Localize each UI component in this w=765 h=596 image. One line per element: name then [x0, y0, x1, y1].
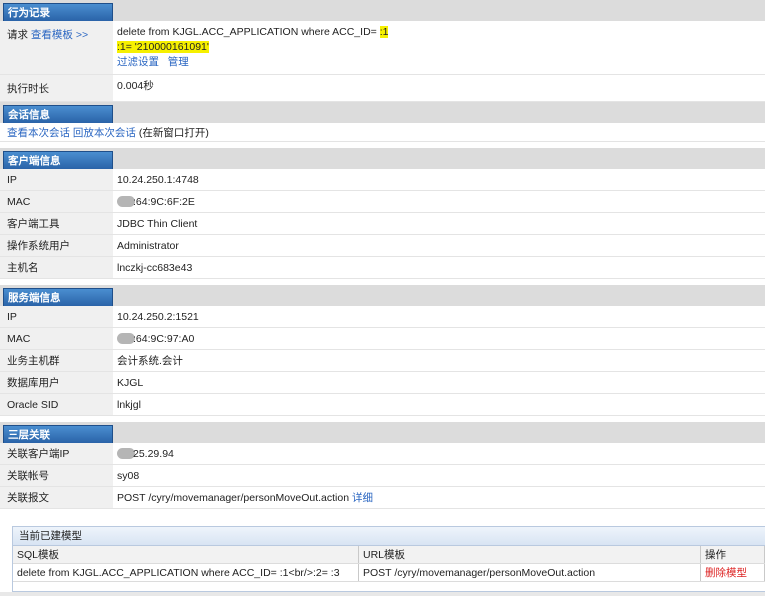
behavior-section-bar: 行为记录 — [0, 0, 765, 21]
linked-account-label: 关联帐号 — [0, 465, 113, 486]
replay-session-link[interactable]: 回放本次会话 — [73, 125, 136, 140]
client-mac-label: MAC — [0, 191, 113, 212]
request-row: 请求 查看模板 >> delete from KJGL.ACC_APPLICAT… — [0, 21, 765, 75]
session-section-tab: 会话信息 — [3, 105, 113, 123]
model-url-cell: POST /cyry/movemanager/personMoveOut.act… — [358, 563, 701, 582]
model-sql-cell: delete from KJGL.ACC_APPLICATION where A… — [13, 563, 359, 582]
manage-link[interactable]: 管理 — [168, 56, 189, 68]
delete-model-link[interactable]: 删除模型 — [700, 563, 765, 582]
server-row: MAC :64:9C:97:A0 — [0, 328, 765, 350]
sql-param-highlight: :1 — [379, 26, 389, 38]
linked-account-value: sy08 — [117, 469, 140, 482]
request-label: 请求 — [7, 29, 28, 41]
server-row: Oracle SID lnkjgl — [0, 394, 765, 416]
server-sid-label: Oracle SID — [0, 394, 113, 415]
client-os-user-value: Administrator — [117, 239, 179, 252]
server-section-tab: 服务端信息 — [3, 288, 113, 306]
client-mac-value: :64:9C:6F:2E — [133, 195, 195, 208]
session-links-row: 查看本次会话 回放本次会话 (在新窗口打开) — [0, 123, 765, 142]
linked-client-ip-value: 25.29.94 — [133, 447, 174, 460]
server-mac-value-cell: :64:9C:97:A0 — [113, 328, 765, 349]
client-row: IP 10.24.250.1:4748 — [0, 169, 765, 191]
models-table-header: SQL模板 URL模板 操作 — [13, 546, 765, 564]
message-detail-link[interactable]: 详细 — [352, 490, 373, 505]
server-host-group-label: 业务主机群 — [0, 350, 113, 371]
three-tier-row: 关联报文 POST /cyry/movemanager/personMoveOu… — [0, 487, 765, 509]
client-mac-value-cell: :64:9C:6F:2E — [113, 191, 765, 212]
server-section-bar: 服务端信息 — [0, 285, 765, 306]
three-tier-row: 关联帐号 sy08 — [0, 465, 765, 487]
client-tool-label: 客户端工具 — [0, 213, 113, 234]
client-row: MAC :64:9C:6F:2E — [0, 191, 765, 213]
client-section-tab: 客户端信息 — [3, 151, 113, 169]
models-table: SQL模板 URL模板 操作 delete from KJGL.ACC_APPL… — [13, 546, 765, 582]
three-tier-section-bar: 三层关联 — [0, 422, 765, 443]
models-panel: 当前已建模型 SQL模板 URL模板 操作 delete from KJGL.A… — [12, 526, 765, 592]
session-section-bar: 会话信息 — [0, 102, 765, 123]
url-template-header: URL模板 — [358, 546, 701, 564]
request-value: delete from KJGL.ACC_APPLICATION where A… — [113, 21, 765, 74]
client-row: 操作系统用户 Administrator — [0, 235, 765, 257]
client-os-user-label: 操作系统用户 — [0, 235, 113, 256]
view-session-link[interactable]: 查看本次会话 — [7, 125, 70, 140]
sql-statement: delete from KJGL.ACC_APPLICATION where A… — [117, 26, 380, 38]
server-db-user-value: KJGL — [117, 376, 144, 389]
filter-settings-link[interactable]: 过滤设置 — [117, 56, 159, 68]
server-sid-value: lnkjgl — [117, 398, 141, 411]
client-hostname-label: 主机名 — [0, 257, 113, 278]
server-mac-value: :64:9C:97:A0 — [133, 332, 195, 345]
behavior-section-tab: 行为记录 — [3, 3, 113, 21]
server-ip-value: 10.24.250.2:1521 — [117, 310, 199, 323]
server-ip-label: IP — [0, 306, 113, 327]
linked-client-ip-cell: 25.29.94 — [113, 443, 765, 464]
action-header: 操作 — [700, 546, 765, 564]
exec-time-row: 执行时长 0.004秒 — [0, 75, 765, 102]
server-host-group-value: 会计系统.会计 — [117, 355, 183, 367]
server-db-user-label: 数据库用户 — [0, 372, 113, 393]
linked-message-cell: POST /cyry/movemanager/personMoveOut.act… — [113, 487, 765, 508]
client-section-bar: 客户端信息 — [0, 148, 765, 169]
three-tier-section-tab: 三层关联 — [3, 425, 113, 443]
sql-template-header: SQL模板 — [13, 546, 359, 564]
bind-value-highlight: :1= '210000161091' — [117, 41, 209, 53]
client-row: 客户端工具 JDBC Thin Client — [0, 213, 765, 235]
exec-time-label: 执行时长 — [0, 75, 113, 101]
linked-message-value: POST /cyry/movemanager/personMoveOut.act… — [117, 491, 350, 504]
linked-client-ip-label: 关联客户端IP — [0, 443, 113, 464]
table-row: delete from KJGL.ACC_APPLICATION where A… — [13, 563, 765, 582]
client-row: 主机名 lnczkj-cc683e43 — [0, 257, 765, 279]
exec-time-value: 0.004秒 — [117, 80, 154, 92]
three-tier-row: 关联客户端IP 25.29.94 — [0, 443, 765, 465]
linked-message-label: 关联报文 — [0, 487, 113, 508]
server-row: 数据库用户 KJGL — [0, 372, 765, 394]
server-row: IP 10.24.250.2:1521 — [0, 306, 765, 328]
view-template-link[interactable]: 查看模板 >> — [31, 27, 88, 42]
session-open-note: (在新窗口打开) — [138, 126, 209, 139]
client-ip-label: IP — [0, 169, 113, 190]
request-label-cell: 请求 查看模板 >> — [0, 21, 113, 74]
server-mac-label: MAC — [0, 328, 113, 349]
client-hostname-value: lnczkj-cc683e43 — [117, 261, 193, 274]
models-panel-title: 当前已建模型 — [13, 527, 765, 546]
server-row: 业务主机群 会计系统.会计 — [0, 350, 765, 372]
client-ip-value: 10.24.250.1:4748 — [117, 173, 199, 186]
audit-detail-page: 行为记录 请求 查看模板 >> delete from KJGL.ACC_APP… — [0, 0, 765, 596]
client-tool-value: JDBC Thin Client — [117, 217, 198, 230]
bottom-shade — [0, 592, 765, 596]
